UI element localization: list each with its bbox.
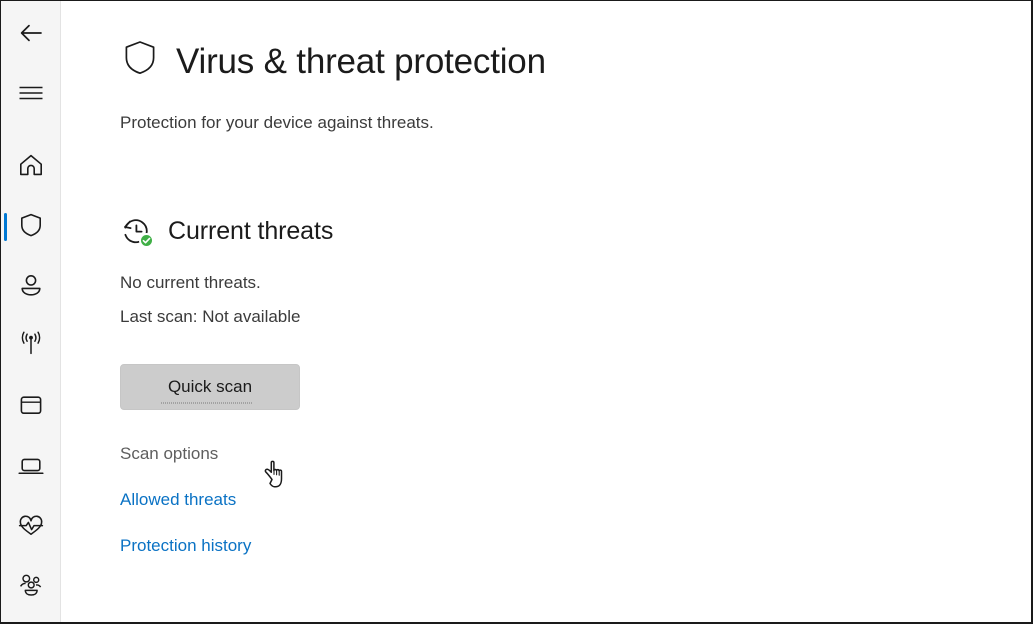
history-clock-icon [120, 215, 154, 248]
shield-icon [17, 211, 45, 244]
shield-icon [120, 37, 160, 86]
last-scan-text: Last scan: Not available [120, 307, 301, 326]
sidebar-item-firewall-network-protection[interactable] [1, 323, 61, 371]
hamburger-menu-icon [17, 81, 45, 105]
threat-status-text: No current threats. [120, 273, 261, 292]
page-subtitle: Protection for your device against threa… [120, 113, 434, 132]
sidebar-navigation [1, 1, 61, 622]
sidebar-item-home[interactable] [1, 143, 61, 191]
protection-history-link[interactable]: Protection history [120, 536, 251, 556]
main-content-area: Virus & threat protection Protection for… [61, 1, 1031, 622]
menu-button[interactable] [1, 71, 61, 115]
antenna-icon [16, 331, 46, 364]
windows-security-window: Virus & threat protection Protection for… [0, 0, 1033, 624]
heart-pulse-icon [16, 511, 46, 544]
selection-indicator [4, 213, 7, 241]
scan-options-link[interactable]: Scan options [120, 444, 218, 464]
sidebar-item-virus-threat-protection[interactable] [1, 203, 61, 251]
laptop-icon [16, 451, 46, 484]
allowed-threats-link[interactable]: Allowed threats [120, 490, 236, 510]
home-icon [17, 151, 45, 184]
sidebar-item-account-protection[interactable] [1, 263, 61, 311]
window-icon [17, 391, 45, 424]
page-title: Virus & threat protection [176, 41, 546, 81]
quick-scan-button[interactable]: Quick scan [120, 364, 300, 410]
back-button[interactable] [1, 11, 61, 55]
section-title: Current threats [168, 216, 334, 245]
current-threats-heading: Current threats [120, 215, 334, 248]
page-header: Virus & threat protection [120, 37, 546, 86]
people-icon [16, 571, 46, 604]
sidebar-item-app-browser-control[interactable] [1, 383, 61, 431]
arrow-left-icon [17, 19, 45, 47]
person-icon [17, 271, 45, 304]
sidebar-item-device-performance-health[interactable] [1, 503, 61, 551]
sidebar-item-family-options[interactable] [1, 563, 61, 611]
check-circle-icon [139, 233, 154, 248]
sidebar-item-device-security[interactable] [1, 443, 61, 491]
pointer-hand-cursor [261, 456, 299, 500]
